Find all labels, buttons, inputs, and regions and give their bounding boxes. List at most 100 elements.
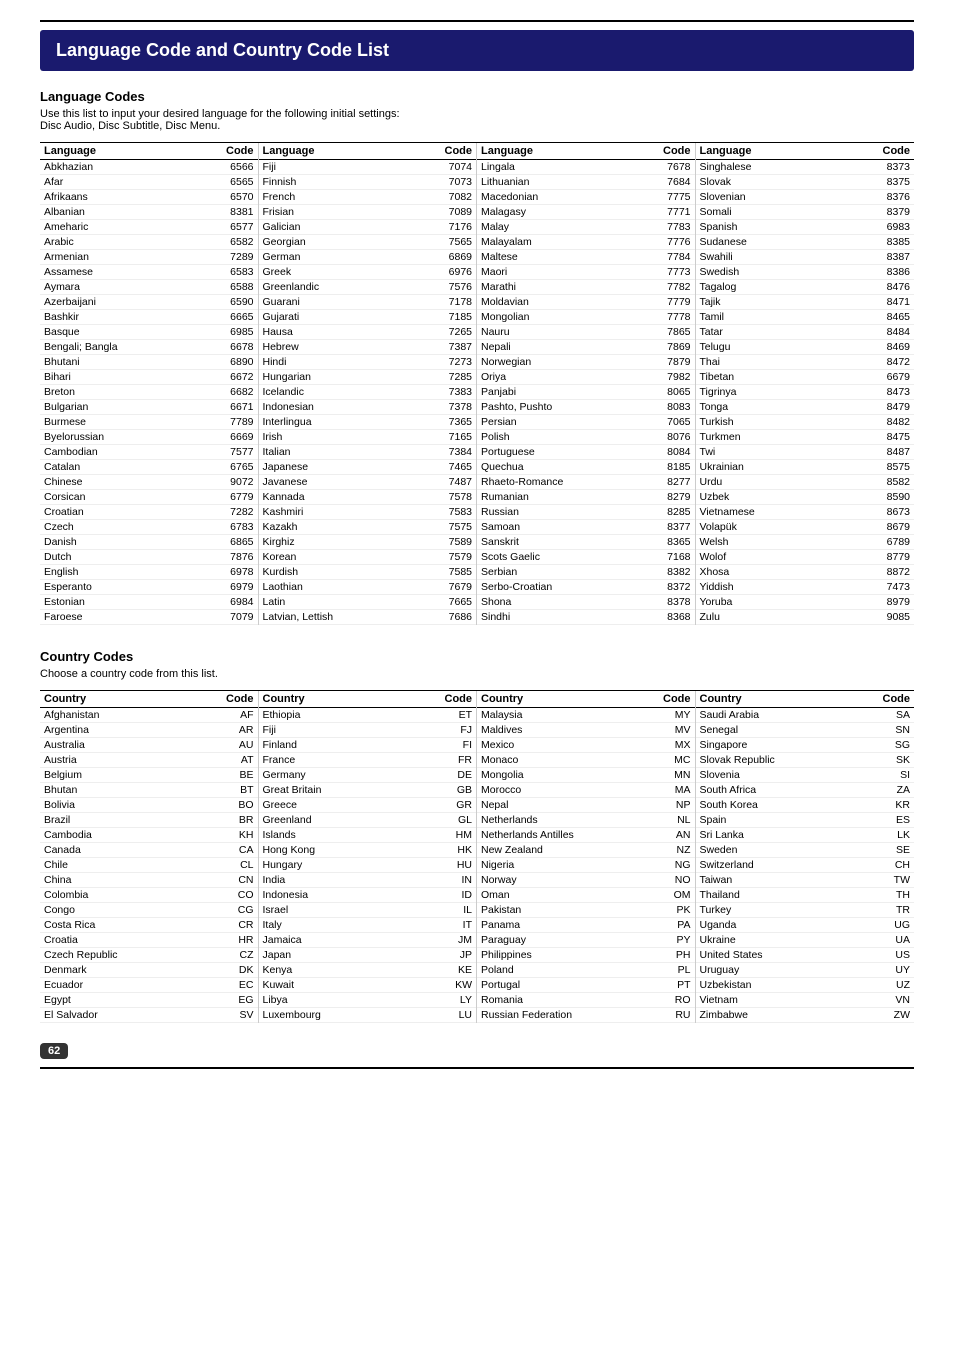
country-name: Colombia	[40, 888, 192, 903]
language-row: Tibetan6679	[696, 370, 915, 385]
language-code: 8277	[633, 475, 694, 490]
language-row: Gujarati7185	[259, 310, 477, 325]
language-row: Marathi7782	[477, 280, 695, 295]
country-row: CambodiaKH	[40, 828, 258, 843]
language-row: Norwegian7879	[477, 355, 695, 370]
language-row: Laothian7679	[259, 580, 477, 595]
country-code: IN	[401, 873, 476, 888]
language-row: Assamese6583	[40, 265, 258, 280]
language-code: 8484	[835, 325, 914, 340]
country-name: Bolivia	[40, 798, 192, 813]
country-name: Israel	[259, 903, 401, 918]
lang-col-header-language: Language	[259, 143, 409, 160]
language-name: Catalan	[40, 460, 192, 475]
lang-col-header-code: Code	[633, 143, 694, 160]
language-code: 7585	[408, 565, 476, 580]
country-row: El SalvadorSV	[40, 1008, 258, 1023]
country-code: CO	[192, 888, 258, 903]
language-name: Italian	[259, 445, 409, 460]
language-name: Azerbaijani	[40, 295, 192, 310]
language-code: 8385	[835, 235, 914, 250]
country-row: TurkeyTR	[696, 903, 915, 918]
country-name: Malaysia	[477, 708, 638, 723]
language-row: Maltese7784	[477, 250, 695, 265]
lang-col-header-language: Language	[696, 143, 836, 160]
language-code: 7378	[408, 400, 476, 415]
language-name: Chinese	[40, 475, 192, 490]
country-code: PK	[638, 903, 695, 918]
country-row: Great BritainGB	[259, 783, 477, 798]
country-code: PL	[638, 963, 695, 978]
country-row: JapanJP	[259, 948, 477, 963]
language-name: Hebrew	[259, 340, 409, 355]
country-name: Zimbabwe	[696, 1008, 849, 1023]
language-code: 6665	[192, 310, 258, 325]
country-col-2: CountryCodeEthiopiaETFijiFJFinlandFIFran…	[259, 691, 478, 1023]
language-code: 7168	[633, 550, 694, 565]
country-code: EC	[192, 978, 258, 993]
language-row: Russian8285	[477, 505, 695, 520]
language-name: Irish	[259, 430, 409, 445]
language-code: 6869	[408, 250, 476, 265]
country-code: SK	[849, 753, 914, 768]
language-code: 7384	[408, 445, 476, 460]
language-name: Scots Gaelic	[477, 550, 633, 565]
language-name: Wolof	[696, 550, 836, 565]
language-row: Lingala7678	[477, 160, 695, 175]
country-col-header-code: Code	[401, 691, 476, 708]
language-code: 8779	[835, 550, 914, 565]
language-row: Catalan6765	[40, 460, 258, 475]
language-col-1: LanguageCodeAbkhazian6566Afar6565Afrikaa…	[40, 143, 259, 625]
country-code: CH	[849, 858, 914, 873]
language-name: Thai	[696, 355, 836, 370]
country-code: DK	[192, 963, 258, 978]
language-code: 8372	[633, 580, 694, 595]
language-row: Irish7165	[259, 430, 477, 445]
country-row: FranceFR	[259, 753, 477, 768]
country-code: BR	[192, 813, 258, 828]
language-name: Ukrainian	[696, 460, 836, 475]
country-code: EG	[192, 993, 258, 1008]
country-row: CroatiaHR	[40, 933, 258, 948]
language-row: German6869	[259, 250, 477, 265]
language-row: Bihari6672	[40, 370, 258, 385]
country-code: NP	[638, 798, 695, 813]
language-row: Scots Gaelic7168	[477, 550, 695, 565]
country-row: JamaicaJM	[259, 933, 477, 948]
language-name: Polish	[477, 430, 633, 445]
country-code: SV	[192, 1008, 258, 1023]
country-name: Nepal	[477, 798, 638, 813]
country-code: NG	[638, 858, 695, 873]
country-name: Argentina	[40, 723, 192, 738]
country-row: ChileCL	[40, 858, 258, 873]
country-row: OmanOM	[477, 888, 695, 903]
language-code: 8673	[835, 505, 914, 520]
language-code: 8482	[835, 415, 914, 430]
country-row: New ZealandNZ	[477, 843, 695, 858]
language-code: 8076	[633, 430, 694, 445]
language-code: 6590	[192, 295, 258, 310]
language-code: 7575	[408, 520, 476, 535]
country-name: Greece	[259, 798, 401, 813]
country-name: Spain	[696, 813, 849, 828]
country-row: VietnamVN	[696, 993, 915, 1008]
country-name: Ethiopia	[259, 708, 401, 723]
language-row: Afar6565	[40, 175, 258, 190]
language-code: 7578	[408, 490, 476, 505]
language-row: Kazakh7575	[259, 520, 477, 535]
country-row: ThailandTH	[696, 888, 915, 903]
language-code: 7383	[408, 385, 476, 400]
country-name: Ukraine	[696, 933, 849, 948]
country-row: UkraineUA	[696, 933, 915, 948]
country-code: AU	[192, 738, 258, 753]
country-row: CanadaCA	[40, 843, 258, 858]
language-name: Urdu	[696, 475, 836, 490]
language-name: Nepali	[477, 340, 633, 355]
language-name: Finnish	[259, 175, 409, 190]
country-code: CR	[192, 918, 258, 933]
country-name: Hungary	[259, 858, 401, 873]
language-row: Corsican6779	[40, 490, 258, 505]
country-name: Jamaica	[259, 933, 401, 948]
language-name: Bhutani	[40, 355, 192, 370]
country-row: LuxembourgLU	[259, 1008, 477, 1023]
